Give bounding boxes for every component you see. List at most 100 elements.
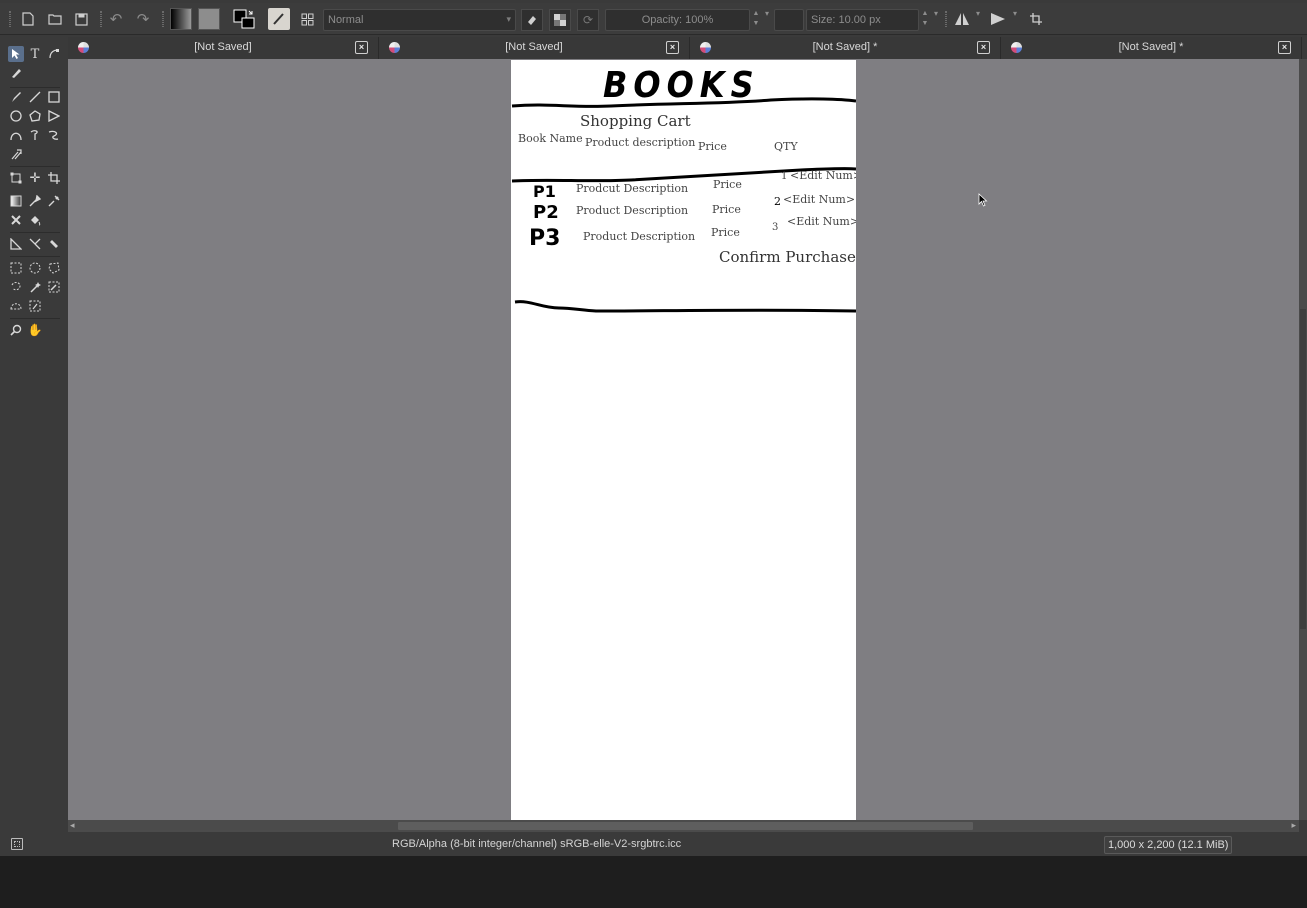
toolbar-grip[interactable]: [9, 11, 11, 27]
toolbox-separator: [10, 87, 60, 88]
gradient-icon[interactable]: [170, 8, 192, 30]
sketch-col-price: Price: [698, 140, 727, 153]
image-size-label[interactable]: 1,000 x 2,200 (12.1 MiB): [1104, 836, 1233, 854]
measure-tool-icon[interactable]: [27, 236, 43, 252]
freehand-selection-icon[interactable]: [8, 279, 24, 295]
bezier-selection-icon[interactable]: [8, 298, 24, 314]
close-icon[interactable]: ×: [666, 41, 679, 54]
sketch-col-description: Product description: [585, 136, 696, 149]
ellipse-tool-icon[interactable]: [8, 108, 24, 124]
dynamic-brush-tool-icon[interactable]: [46, 127, 62, 143]
status-bar: RGB/Alpha (8-bit integer/channel) sRGB-e…: [0, 834, 1307, 856]
blend-mode-select[interactable]: Normal ▾: [323, 9, 516, 31]
mirror-horizontal-menu[interactable]: ▾: [973, 9, 983, 31]
text-tool-icon[interactable]: T: [27, 46, 43, 62]
magnetic-selection-icon[interactable]: [27, 298, 43, 314]
horizontal-scrollbar[interactable]: ◂ ▸: [68, 820, 1299, 832]
canvas-area[interactable]: BOOKS Shopping Cart Book Name Product de…: [68, 59, 1299, 820]
close-icon[interactable]: ×: [977, 41, 990, 54]
elliptical-selection-icon[interactable]: [27, 260, 43, 276]
scroll-left-arrow-icon[interactable]: ◂: [70, 820, 75, 831]
scroll-right-arrow-icon[interactable]: ▸: [1291, 820, 1296, 831]
toolbox-separator: [10, 256, 60, 257]
scroll-thumb[interactable]: [398, 822, 973, 830]
alpha-lock-icon[interactable]: [549, 9, 571, 31]
opacity-spinner[interactable]: ▲ ▼: [751, 9, 761, 31]
smart-patch-tool-icon[interactable]: [8, 212, 24, 228]
line-tool-icon[interactable]: [27, 89, 43, 105]
sketch-row-price: Price: [711, 226, 740, 239]
krita-logo-icon: [1011, 42, 1022, 53]
document-tab[interactable]: [Not Saved] ×: [379, 37, 690, 59]
multibrush-tool-icon[interactable]: [8, 146, 24, 162]
toolbar-grip[interactable]: [162, 11, 164, 27]
pan-tool-icon[interactable]: ✋: [27, 322, 43, 338]
new-document-icon[interactable]: [20, 9, 36, 29]
document-canvas[interactable]: BOOKS Shopping Cart Book Name Product de…: [511, 60, 856, 820]
scroll-thumb[interactable]: [1300, 309, 1306, 629]
sketch-row-qty: 1: [781, 171, 788, 182]
swap-colors-icon[interactable]: [232, 9, 256, 29]
polygonal-selection-icon[interactable]: [46, 260, 62, 276]
workspace-icon[interactable]: [298, 9, 316, 29]
similar-color-selection-icon[interactable]: [46, 279, 62, 295]
close-icon[interactable]: ×: [355, 41, 368, 54]
zoom-tool-icon[interactable]: [8, 322, 24, 338]
opacity-slider[interactable]: Opacity: 100%: [605, 9, 750, 31]
freehand-brush-tool-icon[interactable]: [8, 89, 24, 105]
color-picker-tool-icon[interactable]: [27, 193, 43, 209]
colorize-mask-tool-icon[interactable]: [46, 193, 62, 209]
document-tab-active[interactable]: [Not Saved] * ×: [1001, 37, 1302, 59]
document-tab[interactable]: [Not Saved] ×: [68, 37, 379, 59]
rectangular-selection-icon[interactable]: [8, 260, 24, 276]
eraser-icon[interactable]: [521, 9, 543, 31]
calligraphy-tool-icon[interactable]: [8, 65, 24, 81]
close-icon[interactable]: ×: [1278, 41, 1291, 54]
size-swatch[interactable]: [774, 9, 804, 31]
contiguous-selection-icon[interactable]: [27, 279, 43, 295]
rectangle-tool-icon[interactable]: [46, 89, 62, 105]
transform-tool-icon[interactable]: [8, 170, 24, 186]
size-spinner[interactable]: ▲ ▼: [920, 9, 930, 31]
mirror-vertical-menu[interactable]: ▾: [1010, 9, 1020, 31]
crop-tool-icon[interactable]: [46, 170, 62, 186]
edit-shapes-tool-icon[interactable]: [46, 46, 62, 62]
krita-logo-icon: [700, 42, 711, 53]
polyline-tool-icon[interactable]: [46, 108, 62, 124]
sketch-col-book-name: Book Name: [518, 132, 583, 145]
sketch-row-edit: <Edit Num>: [790, 169, 856, 182]
krita-logo-icon: [389, 42, 400, 53]
pattern-icon[interactable]: [198, 8, 220, 30]
color-space-label[interactable]: RGB/Alpha (8-bit integer/channel) sRGB-e…: [392, 838, 681, 850]
document-tab[interactable]: [Not Saved] * ×: [690, 37, 1001, 59]
toolbar-grip[interactable]: [945, 11, 947, 27]
vertical-scrollbar[interactable]: [1299, 59, 1307, 820]
open-icon[interactable]: [46, 9, 64, 29]
redo-icon[interactable]: ↷: [135, 9, 151, 29]
sketch-heading: Shopping Cart: [580, 112, 691, 130]
selection-icon[interactable]: [11, 838, 23, 850]
undo-icon[interactable]: ↶: [108, 9, 124, 29]
mirror-horizontal-icon[interactable]: [952, 9, 972, 29]
reference-images-tool-icon[interactable]: [46, 236, 62, 252]
freehand-path-tool-icon[interactable]: [27, 127, 43, 143]
assistant-tool-icon[interactable]: [8, 236, 24, 252]
size-menu-arrow[interactable]: ▾: [931, 9, 941, 31]
fill-tool-icon[interactable]: [27, 212, 43, 228]
wrap-icon[interactable]: [1026, 9, 1046, 29]
gradient-tool-icon[interactable]: [8, 193, 24, 209]
polygon-tool-icon[interactable]: [27, 108, 43, 124]
size-slider[interactable]: Size: 10.00 px: [806, 9, 919, 31]
mirror-vertical-icon[interactable]: [988, 9, 1008, 29]
move-tool-icon[interactable]: ✛: [27, 170, 43, 186]
opacity-menu-arrow[interactable]: ▾: [762, 9, 772, 31]
brush-preset-icon[interactable]: [268, 8, 290, 30]
sketch-row-edit: <Edit Num>: [783, 193, 856, 206]
select-shapes-tool-icon[interactable]: [8, 46, 24, 62]
bezier-tool-icon[interactable]: [8, 127, 24, 143]
toolbar-grip[interactable]: [100, 11, 102, 27]
sketch-row-qty: 3: [772, 222, 779, 233]
reload-icon[interactable]: ⟳: [577, 9, 599, 31]
sketch-row-price: Price: [712, 203, 741, 216]
save-icon[interactable]: [73, 9, 89, 29]
